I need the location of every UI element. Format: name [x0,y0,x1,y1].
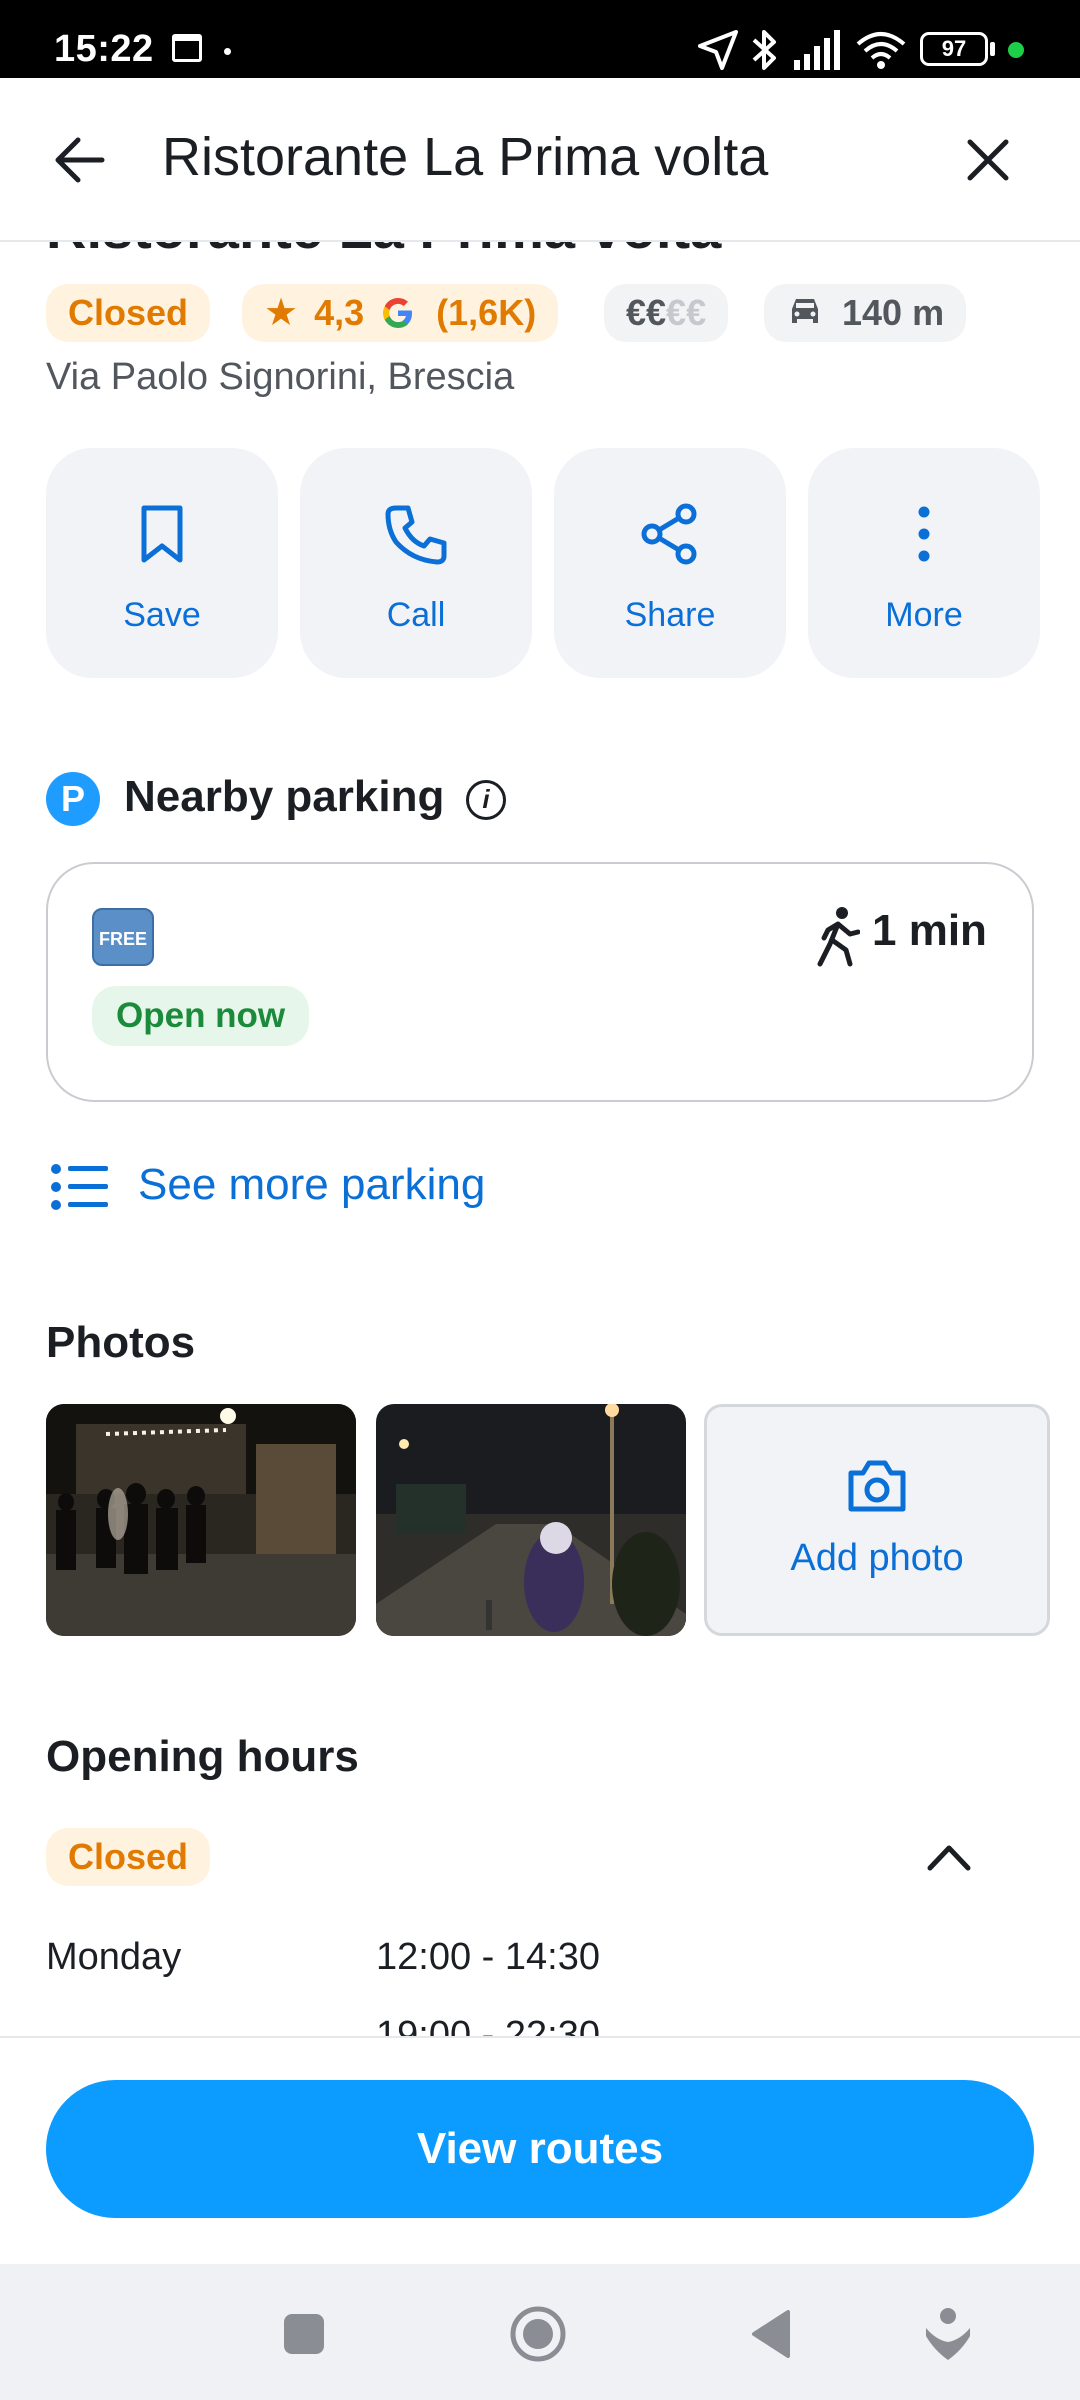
privacy-indicator-dot [1008,42,1024,58]
opening-hours-heading: Opening hours [46,1732,359,1781]
recents-icon[interactable] [282,2312,326,2356]
location-arrow-icon [698,30,738,70]
share-button[interactable]: Share [554,448,786,678]
info-icon[interactable]: i [466,780,506,820]
call-label: Call [386,596,446,634]
calendar-icon [172,34,202,62]
list-icon [51,1164,108,1210]
more-label: More [885,596,963,634]
close-icon[interactable] [960,132,1016,188]
more-button[interactable]: More [808,448,1040,678]
add-photo-label: Add photo [790,1537,964,1579]
camera-icon [848,1460,906,1512]
parking-icon: P [46,772,100,826]
see-more-parking-link[interactable]: See more parking [138,1160,485,1210]
night-crowd-photo [46,1404,356,1636]
bluetooth-icon [752,30,776,70]
nearby-parking-heading: Nearby parking [124,772,445,821]
more-vertical-icon [918,506,930,562]
distance-chip: 140 m [764,284,967,342]
photo-thumbnail[interactable] [376,1404,686,1636]
status-bar: 15:22 97 [0,0,1080,78]
add-photo-button[interactable]: Add photo [704,1404,1050,1636]
wifi-icon [856,32,906,69]
hours-day: Monday [46,1936,182,1978]
back-nav-icon[interactable] [748,2308,794,2360]
battery-indicator: 97 [920,32,988,66]
photos-heading: Photos [46,1318,196,1367]
price-level-chip: €€€€ [604,284,729,342]
parking-card[interactable] [46,862,1034,1102]
top-app-bar: Ristorante La Prima volta [0,78,1080,242]
google-icon [383,298,413,328]
rating-value: 4,3 [314,292,365,333]
save-label: Save [123,596,201,634]
car-icon [792,299,818,323]
call-button[interactable]: Call [300,448,532,678]
status-badge: Closed [46,284,211,342]
battery-tip [990,42,995,56]
notification-dot-icon [224,48,231,55]
rating-chip[interactable]: ★ 4,3 (1,6K) [242,284,559,342]
save-button[interactable]: Save [46,448,278,678]
hours-time: 12:00 - 14:30 [376,1936,600,1978]
photo-thumbnail[interactable] [46,1404,356,1636]
status-time: 15:22 [54,28,154,70]
chevron-up-icon[interactable] [924,1838,974,1874]
price-inactive: €€ [666,292,707,333]
back-arrow-icon[interactable] [52,132,108,188]
phone-icon [385,505,447,565]
header-title: Ristorante La Prima volta [162,127,769,187]
signal-icon [794,30,840,70]
view-routes-button[interactable]: View routes [46,2080,1034,2218]
review-count: (1,6K) [436,292,537,333]
price-active: €€ [626,292,667,333]
share-icon [641,503,697,565]
distance-value: 140 m [842,292,945,333]
system-nav-bar [0,2264,1080,2400]
hours-time-second: 19:00 - 22:30 [376,2014,600,2038]
home-icon[interactable] [508,2304,568,2364]
open-status-badge: Open now [92,986,310,1046]
star-icon: ★ [264,292,299,334]
share-label: Share [624,596,716,634]
bookmark-icon [141,505,183,563]
walk-time: 1 min [872,906,987,955]
hours-status-badge: Closed [46,1828,211,1886]
walking-icon [817,907,860,967]
night-street-photo [376,1404,686,1636]
assistant-icon[interactable] [922,2306,974,2362]
address-text: Via Paolo Signorini, Brescia [46,356,515,398]
free-parking-icon: FREE [92,908,154,966]
